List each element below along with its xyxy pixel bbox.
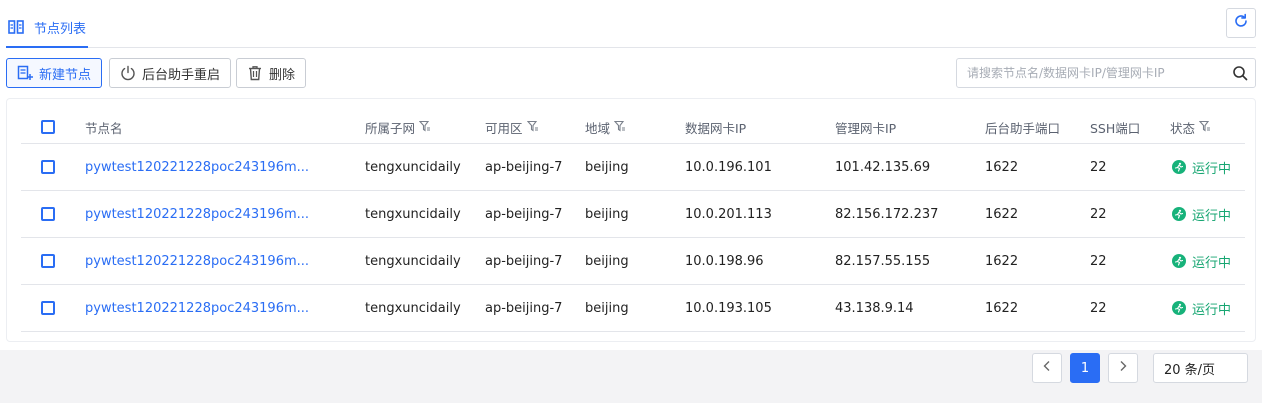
row-checkbox[interactable] bbox=[41, 301, 55, 315]
running-icon bbox=[1172, 254, 1186, 268]
zone-cell: ap-beijing-7 bbox=[485, 253, 563, 269]
trash-icon bbox=[247, 65, 263, 81]
search-box bbox=[956, 58, 1256, 88]
subnet-cell: tengxuncidaily bbox=[365, 159, 461, 175]
new-node-label: 新建节点 bbox=[39, 67, 92, 83]
row-checkbox[interactable] bbox=[41, 254, 55, 268]
ssh-port-cell: 22 bbox=[1090, 253, 1107, 269]
chevron-left-icon bbox=[1042, 360, 1052, 376]
row-select-cell bbox=[41, 238, 55, 284]
search-icon[interactable] bbox=[1225, 59, 1255, 87]
table-header-row: 节点名 所属子网 可用区 地域 数据网卡IP 管理网卡IP 后台助手端口 SSH… bbox=[21, 111, 1245, 144]
col-zone: 可用区 bbox=[485, 111, 539, 143]
search-input[interactable] bbox=[957, 59, 1225, 87]
assistant-port-cell: 1622 bbox=[985, 300, 1019, 316]
mgmt-ip-cell: 101.42.135.69 bbox=[835, 159, 931, 175]
select-all-cell bbox=[41, 111, 55, 143]
row-select-cell bbox=[41, 191, 55, 237]
running-icon bbox=[1172, 301, 1186, 315]
region-cell: beijing bbox=[585, 253, 629, 269]
data-ip-cell: 10.0.193.105 bbox=[685, 300, 772, 316]
row-checkbox[interactable] bbox=[41, 207, 55, 221]
ssh-port-cell: 22 bbox=[1090, 300, 1107, 316]
restart-assistant-label: 后台助手重启 bbox=[142, 67, 221, 83]
mgmt-ip-cell: 82.156.172.237 bbox=[835, 206, 939, 222]
col-subnet: 所属子网 bbox=[365, 111, 431, 143]
node-table: 节点名 所属子网 可用区 地域 数据网卡IP 管理网卡IP 后台助手端口 SSH… bbox=[21, 111, 1245, 332]
running-icon bbox=[1172, 207, 1186, 221]
filter-icon[interactable] bbox=[418, 120, 431, 135]
status-text: 运行中 bbox=[1192, 302, 1232, 318]
status-text: 运行中 bbox=[1192, 161, 1232, 177]
ssh-port-cell: 22 bbox=[1090, 206, 1107, 222]
zone-cell: ap-beijing-7 bbox=[485, 206, 563, 222]
tab-bar: 节点列表 bbox=[6, 8, 1256, 48]
add-node-icon bbox=[17, 65, 33, 81]
region-cell: beijing bbox=[585, 300, 629, 316]
table-row: pywtest120221228poc243196m... tengxuncid… bbox=[21, 285, 1245, 332]
status-badge: 运行中 bbox=[1172, 238, 1231, 284]
refresh-icon bbox=[1233, 13, 1249, 33]
status-badge: 运行中 bbox=[1172, 144, 1231, 190]
new-node-button[interactable]: 新建节点 bbox=[6, 58, 103, 88]
power-icon bbox=[120, 65, 136, 81]
subnet-cell: tengxuncidaily bbox=[365, 206, 461, 222]
row-select-cell bbox=[41, 144, 55, 190]
status-badge: 运行中 bbox=[1172, 191, 1231, 237]
restart-assistant-button[interactable]: 后台助手重启 bbox=[109, 58, 232, 88]
node-table-card: 节点名 所属子网 可用区 地域 数据网卡IP 管理网卡IP 后台助手端口 SSH… bbox=[6, 98, 1256, 342]
col-mgmt-ip: 管理网卡IP bbox=[835, 120, 897, 136]
data-ip-cell: 10.0.196.101 bbox=[685, 159, 772, 175]
zone-cell: ap-beijing-7 bbox=[485, 300, 563, 316]
col-ssh-port: SSH端口 bbox=[1090, 120, 1141, 136]
table-row: pywtest120221228poc243196m... tengxuncid… bbox=[21, 191, 1245, 238]
page-size-select[interactable]: 20 条/页 bbox=[1153, 353, 1248, 383]
tab-node-list[interactable]: 节点列表 bbox=[6, 8, 89, 48]
region-cell: beijing bbox=[585, 159, 629, 175]
table-row: pywtest120221228poc243196m... tengxuncid… bbox=[21, 144, 1245, 191]
col-assistant-port: 后台助手端口 bbox=[985, 120, 1061, 136]
col-name: 节点名 bbox=[85, 120, 123, 136]
node-name-link[interactable]: pywtest120221228poc243196m... bbox=[85, 191, 309, 237]
delete-label: 删除 bbox=[269, 67, 296, 83]
running-icon bbox=[1172, 160, 1186, 174]
col-data-ip: 数据网卡IP bbox=[685, 120, 747, 136]
status-text: 运行中 bbox=[1192, 255, 1232, 271]
region-cell: beijing bbox=[585, 206, 629, 222]
zone-cell: ap-beijing-7 bbox=[485, 159, 563, 175]
tab-label: 节点列表 bbox=[34, 21, 87, 37]
node-name-link[interactable]: pywtest120221228poc243196m... bbox=[85, 144, 309, 190]
page-button-current[interactable]: 1 bbox=[1070, 353, 1100, 383]
subnet-cell: tengxuncidaily bbox=[365, 300, 461, 316]
chevron-right-icon bbox=[1118, 360, 1128, 376]
data-ip-cell: 10.0.198.96 bbox=[685, 253, 764, 269]
status-text: 运行中 bbox=[1192, 208, 1232, 224]
refresh-button[interactable] bbox=[1226, 8, 1256, 38]
prev-page-button[interactable] bbox=[1032, 353, 1062, 383]
table-row: pywtest120221228poc243196m... tengxuncid… bbox=[21, 238, 1245, 285]
select-all-checkbox[interactable] bbox=[41, 120, 55, 134]
assistant-port-cell: 1622 bbox=[985, 206, 1019, 222]
delete-button[interactable]: 删除 bbox=[236, 58, 307, 88]
assistant-port-cell: 1622 bbox=[985, 159, 1019, 175]
col-region: 地域 bbox=[585, 111, 626, 143]
mgmt-ip-cell: 82.157.55.155 bbox=[835, 253, 931, 269]
next-page-button[interactable] bbox=[1108, 353, 1138, 383]
subnet-cell: tengxuncidaily bbox=[365, 253, 461, 269]
node-name-link[interactable]: pywtest120221228poc243196m... bbox=[85, 285, 309, 331]
assistant-port-cell: 1622 bbox=[985, 253, 1019, 269]
status-badge: 运行中 bbox=[1172, 285, 1231, 331]
mgmt-ip-cell: 43.138.9.14 bbox=[835, 300, 914, 316]
data-ip-cell: 10.0.201.113 bbox=[685, 206, 772, 222]
row-checkbox[interactable] bbox=[41, 160, 55, 174]
node-name-link[interactable]: pywtest120221228poc243196m... bbox=[85, 238, 309, 284]
filter-icon[interactable] bbox=[1198, 120, 1211, 135]
col-status: 状态 bbox=[1170, 111, 1211, 143]
columns-icon bbox=[8, 20, 24, 34]
row-select-cell bbox=[41, 285, 55, 331]
filter-icon[interactable] bbox=[613, 120, 626, 135]
ssh-port-cell: 22 bbox=[1090, 159, 1107, 175]
filter-icon[interactable] bbox=[526, 120, 539, 135]
